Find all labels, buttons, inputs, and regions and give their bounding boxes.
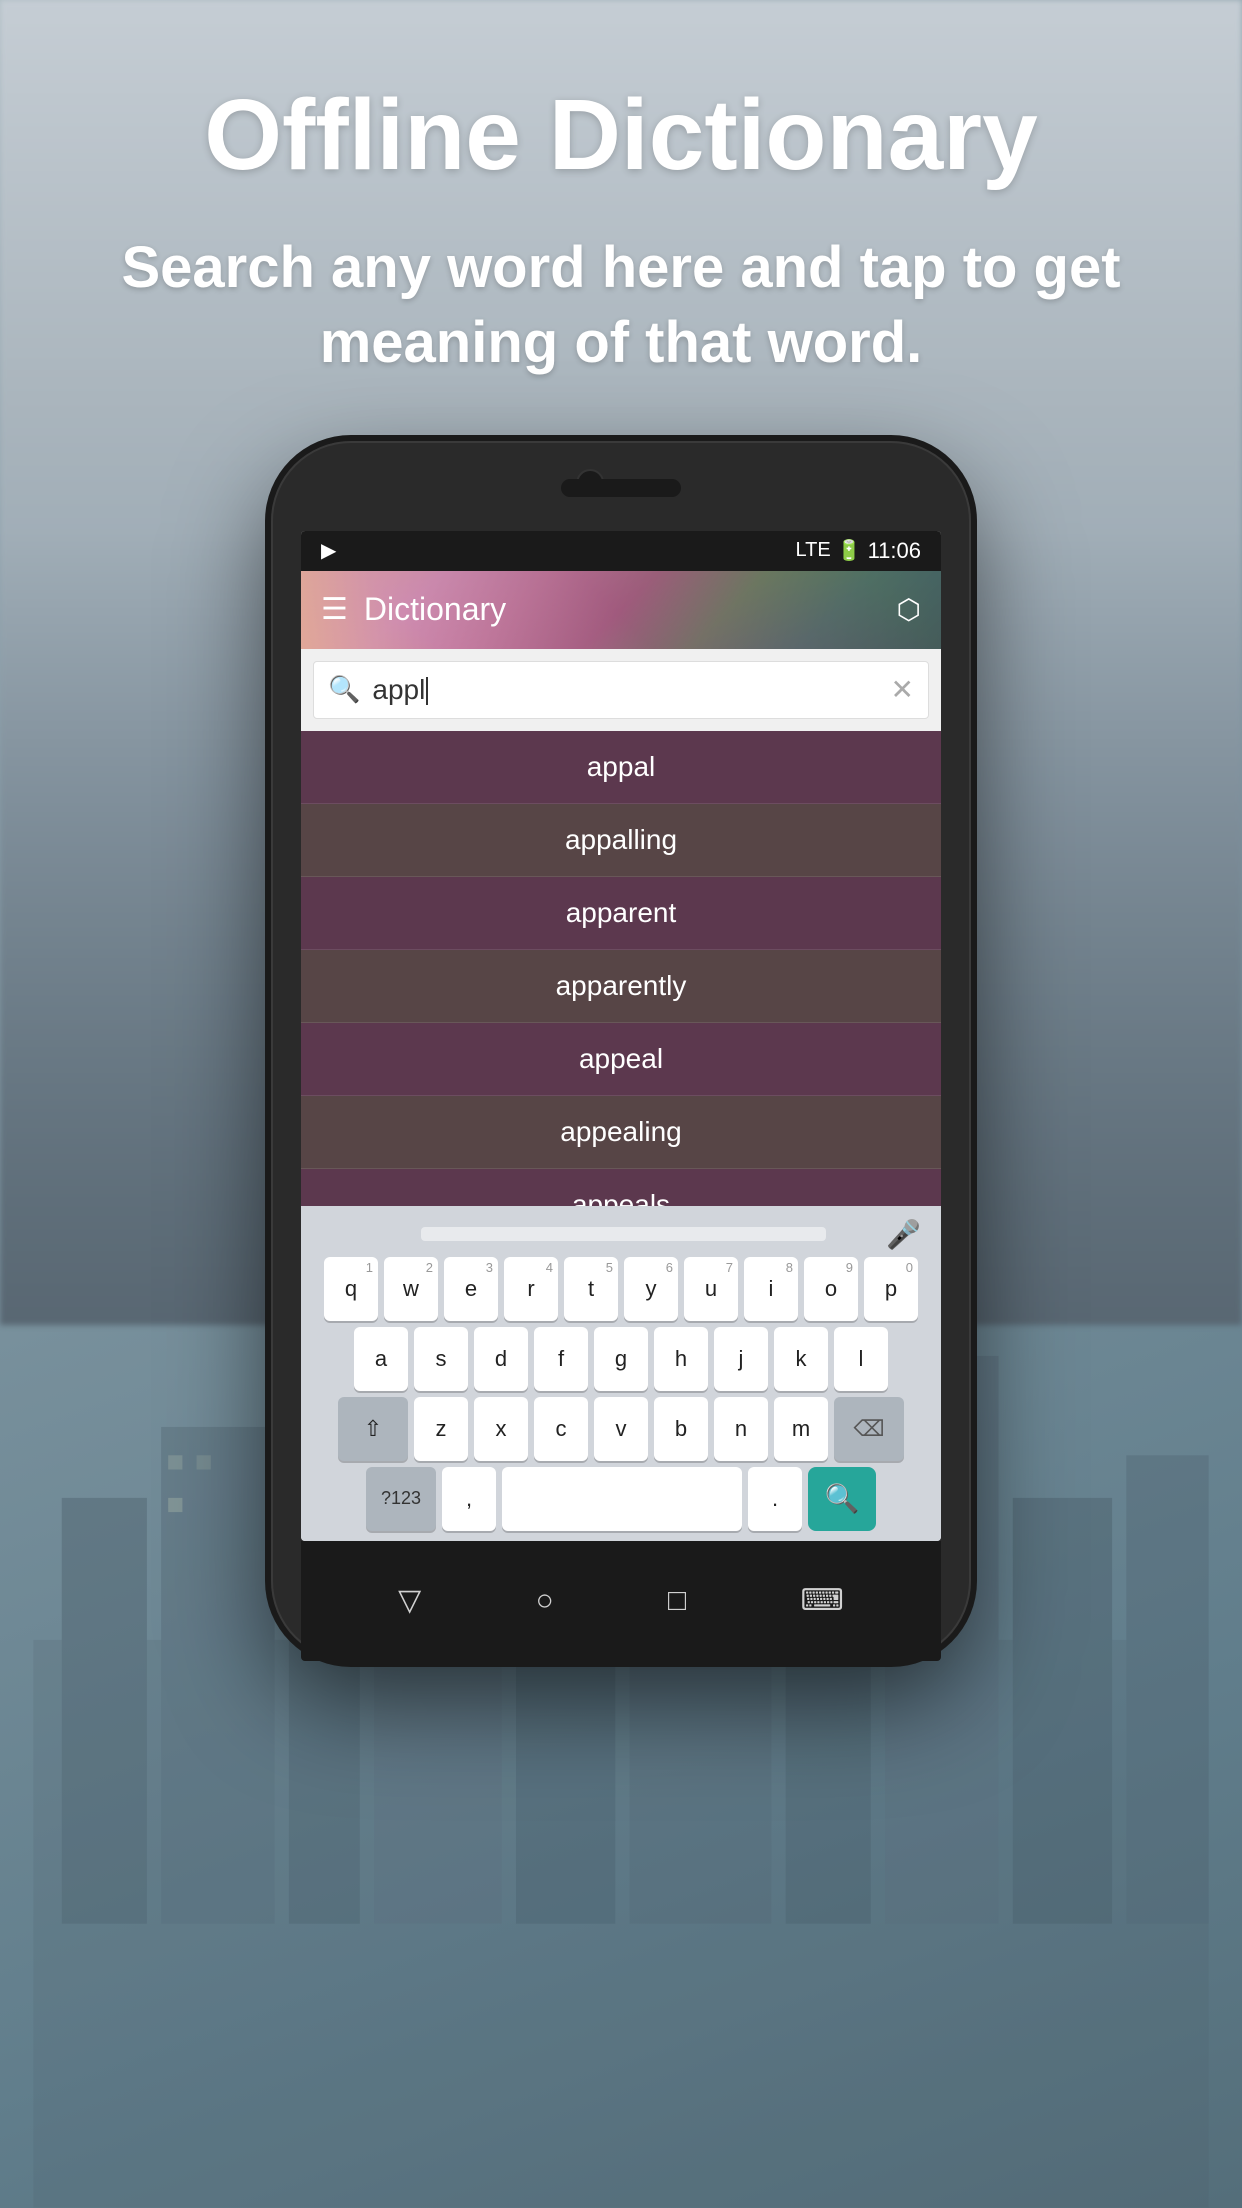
keyboard-bottom-row: ?123 , . 🔍 [305, 1467, 937, 1531]
status-right: LTE 🔋 11:06 [795, 538, 921, 564]
phone-mockup: ▶ LTE 🔋 11:06 ☰ Dictionary ⬡ 🔍 appl ✕ [271, 441, 971, 1661]
key-p[interactable]: 0p [864, 1257, 918, 1321]
share-icon[interactable]: ⬡ [897, 593, 921, 626]
symbols-key[interactable]: ?123 [366, 1467, 436, 1531]
shift-key[interactable]: ⇧ [338, 1397, 408, 1461]
signal-icon: LTE [795, 539, 830, 562]
key-b[interactable]: b [654, 1397, 708, 1461]
key-j[interactable]: j [714, 1327, 768, 1391]
hero-title: Offline Dictionary [60, 80, 1182, 190]
keyboard-switch-button[interactable]: ⌨ [800, 1583, 843, 1618]
suggestions-list: appal appalling apparent apparently appe… [301, 731, 941, 1242]
app-header: ☰ Dictionary ⬡ [301, 571, 941, 649]
keyboard-row-3: ⇧ z x c v b n m ⌫ [305, 1397, 937, 1461]
suggestion-item[interactable]: apparent [301, 877, 941, 950]
phone-speaker [561, 479, 681, 497]
keyboard-spacer [421, 1227, 826, 1241]
menu-icon[interactable]: ☰ [321, 592, 348, 627]
app-title: Dictionary [364, 591, 897, 628]
key-g[interactable]: g [594, 1327, 648, 1391]
hero-section: Offline Dictionary Search any word here … [0, 80, 1242, 381]
keyboard: 🎤 1q 2w 3e 4r 5t 6y 7u 8i 9o 0p a [301, 1206, 941, 1541]
mic-icon[interactable]: 🎤 [886, 1218, 921, 1251]
suggestion-item[interactable]: appeal [301, 1023, 941, 1096]
key-o[interactable]: 9o [804, 1257, 858, 1321]
battery-icon: 🔋 [837, 538, 862, 563]
phone-nav-bar: ▽ ○ □ ⌨ [301, 1541, 941, 1661]
phone-screen: ▶ LTE 🔋 11:06 ☰ Dictionary ⬡ 🔍 appl ✕ [301, 531, 941, 1541]
key-n[interactable]: n [714, 1397, 768, 1461]
backspace-key[interactable]: ⌫ [834, 1397, 904, 1461]
key-e[interactable]: 3e [444, 1257, 498, 1321]
status-play-icon: ▶ [321, 538, 336, 563]
status-time: 11:06 [868, 538, 921, 564]
key-v[interactable]: v [594, 1397, 648, 1461]
text-cursor [426, 677, 428, 705]
key-s[interactable]: s [414, 1327, 468, 1391]
home-button[interactable]: ○ [536, 1584, 554, 1618]
key-h[interactable]: h [654, 1327, 708, 1391]
search-bar[interactable]: 🔍 appl ✕ [313, 661, 929, 719]
keyboard-top-bar: 🎤 [305, 1214, 937, 1257]
comma-key[interactable]: , [442, 1467, 496, 1531]
clear-button[interactable]: ✕ [891, 673, 914, 706]
keyboard-row-2: a s d f g h j k l [305, 1327, 937, 1391]
key-c[interactable]: c [534, 1397, 588, 1461]
suggestion-item[interactable]: apparently [301, 950, 941, 1023]
key-f[interactable]: f [534, 1327, 588, 1391]
key-t[interactable]: 5t [564, 1257, 618, 1321]
space-key[interactable] [502, 1467, 742, 1531]
key-u[interactable]: 7u [684, 1257, 738, 1321]
key-r[interactable]: 4r [504, 1257, 558, 1321]
key-y[interactable]: 6y [624, 1257, 678, 1321]
keyboard-row-1: 1q 2w 3e 4r 5t 6y 7u 8i 9o 0p [305, 1257, 937, 1321]
key-m[interactable]: m [774, 1397, 828, 1461]
key-w[interactable]: 2w [384, 1257, 438, 1321]
hero-subtitle: Search any word here and tap to get mean… [60, 230, 1182, 381]
key-d[interactable]: d [474, 1327, 528, 1391]
search-icon: 🔍 [328, 674, 360, 705]
key-l[interactable]: l [834, 1327, 888, 1391]
key-i[interactable]: 8i [744, 1257, 798, 1321]
back-button[interactable]: ▽ [398, 1583, 421, 1618]
status-bar: ▶ LTE 🔋 11:06 [301, 531, 941, 571]
search-keyboard-button[interactable]: 🔍 [808, 1467, 876, 1531]
recent-apps-button[interactable]: □ [668, 1584, 686, 1618]
key-z[interactable]: z [414, 1397, 468, 1461]
search-input[interactable]: appl [372, 674, 890, 706]
suggestion-item[interactable]: appal [301, 731, 941, 804]
key-q[interactable]: 1q [324, 1257, 378, 1321]
suggestion-item[interactable]: appealing [301, 1096, 941, 1169]
key-k[interactable]: k [774, 1327, 828, 1391]
key-x[interactable]: x [474, 1397, 528, 1461]
period-key[interactable]: . [748, 1467, 802, 1531]
key-a[interactable]: a [354, 1327, 408, 1391]
content-wrapper: Offline Dictionary Search any word here … [0, 0, 1242, 2208]
suggestion-item[interactable]: appalling [301, 804, 941, 877]
